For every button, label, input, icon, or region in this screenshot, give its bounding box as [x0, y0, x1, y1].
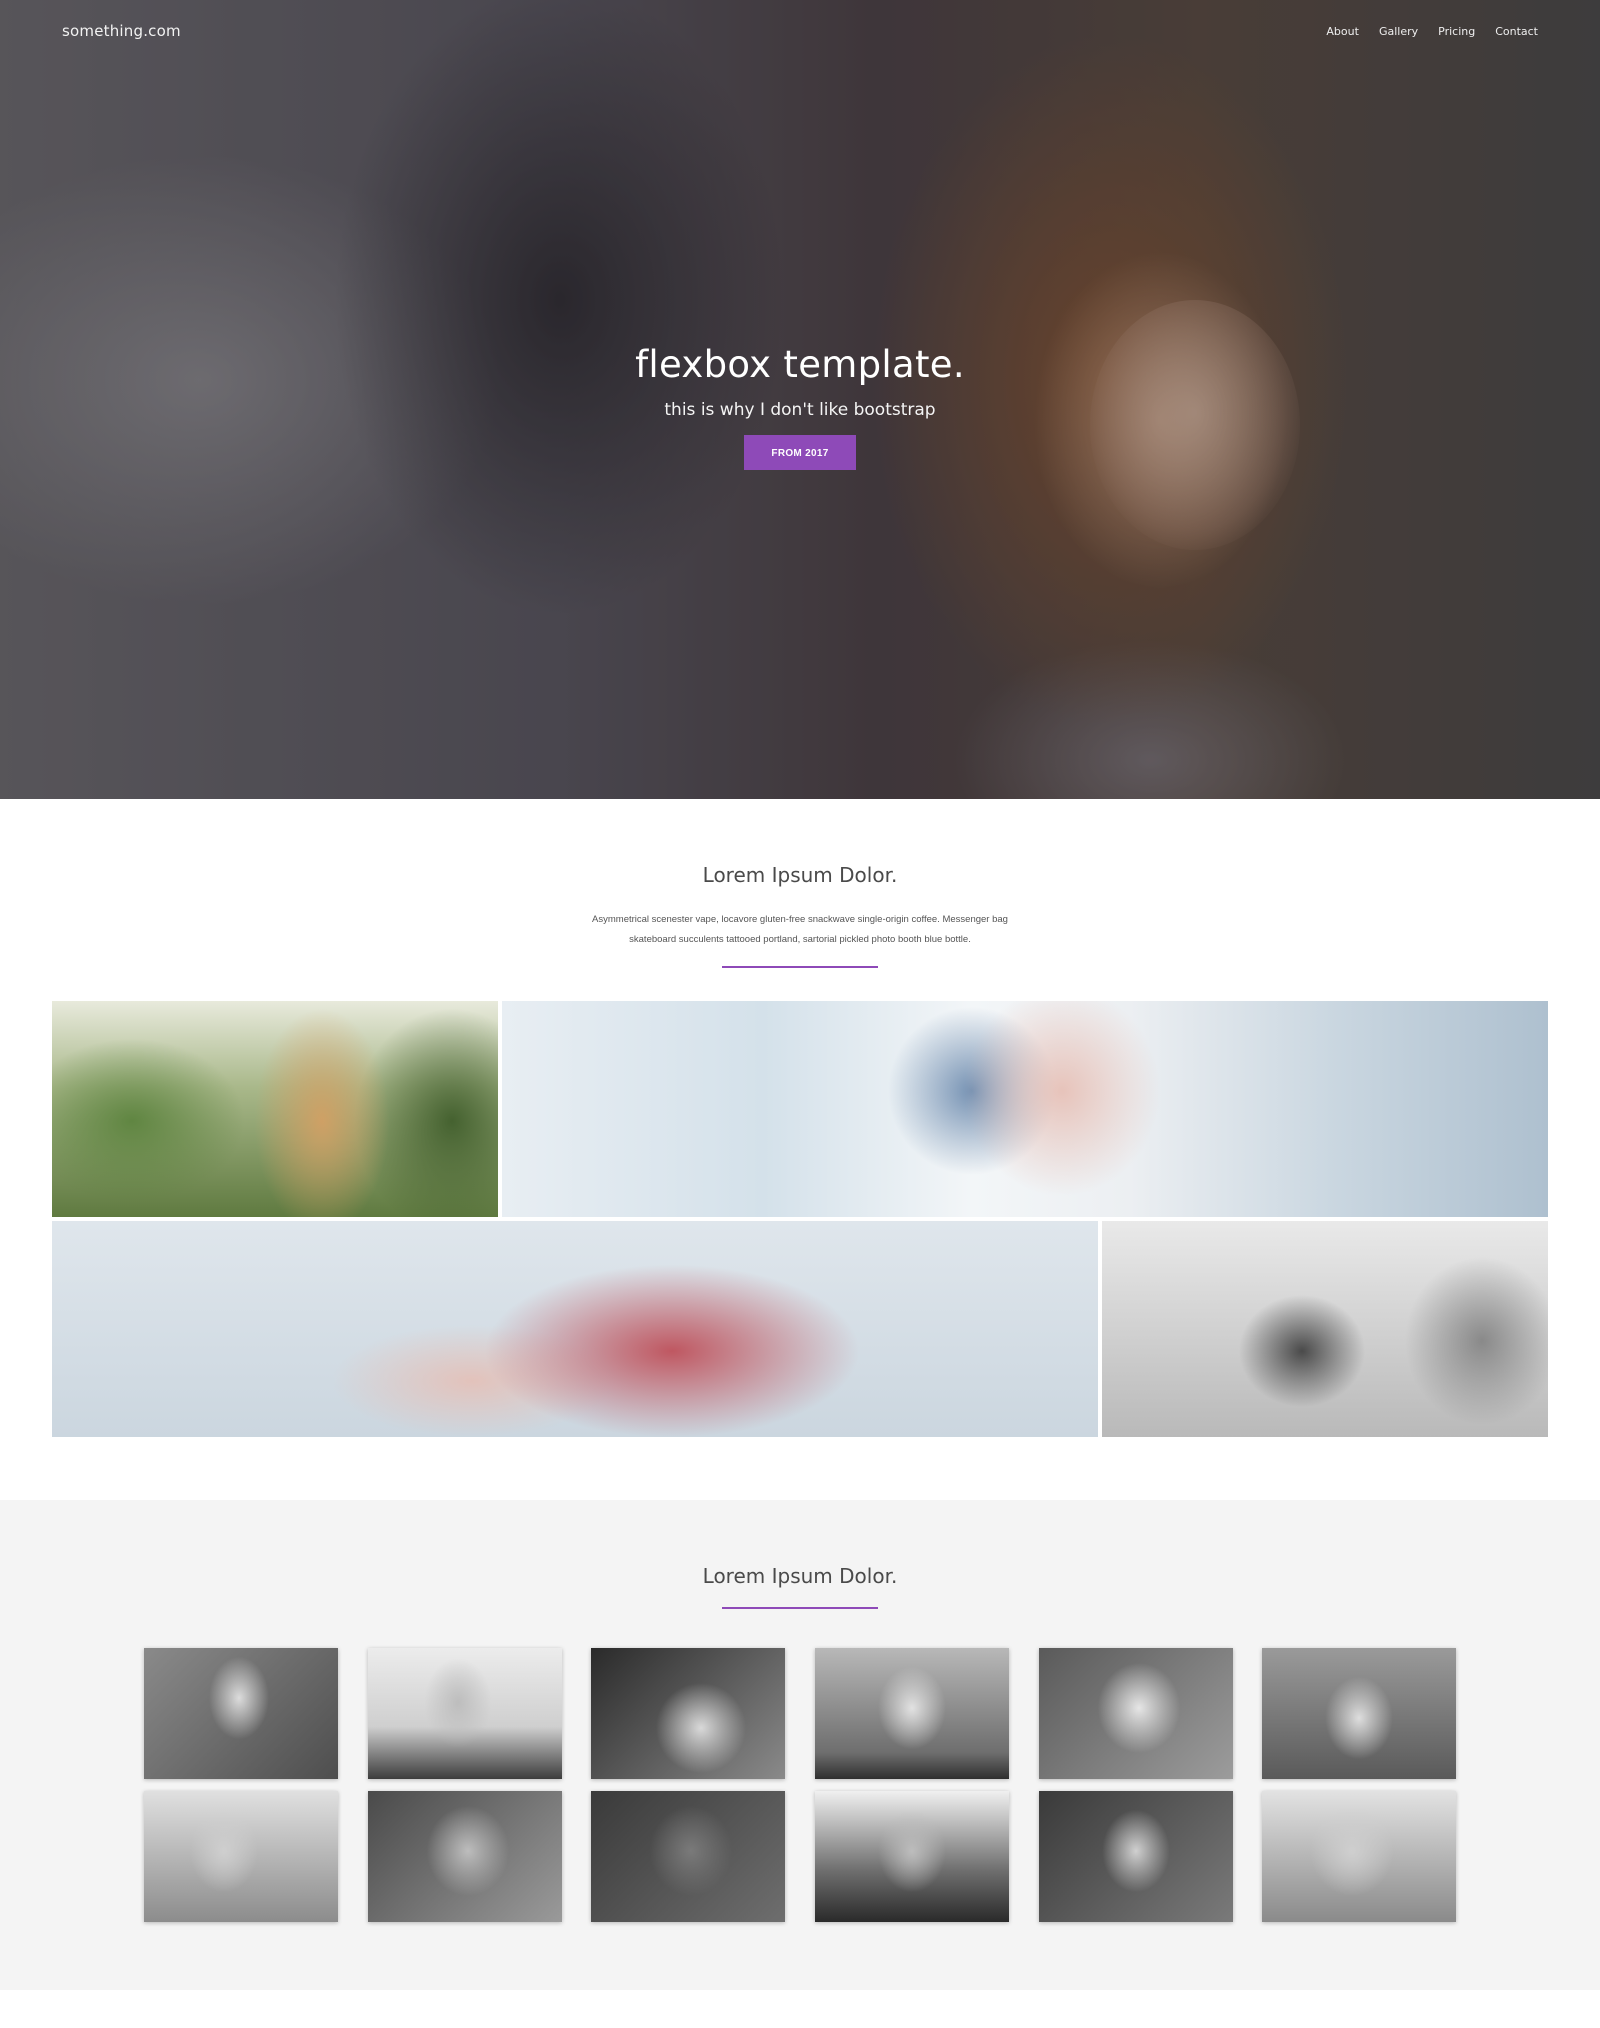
portrait-thumbnail[interactable]	[815, 1791, 1009, 1922]
intro-text-line: Asymmetrical scenester vape, locavore gl…	[592, 914, 1008, 925]
gallery-photo-red-hair[interactable]	[52, 1221, 1098, 1437]
hero-cta-button[interactable]: FROM 2017	[744, 435, 856, 470]
main-nav: About Gallery Pricing Contact	[1326, 25, 1538, 38]
nav-link-pricing[interactable]: Pricing	[1438, 25, 1475, 38]
intro-text-line: skateboard succulents tattooed portland,…	[629, 934, 971, 945]
nav-link-about[interactable]: About	[1326, 25, 1359, 38]
portrait-thumbnail[interactable]	[591, 1648, 785, 1779]
portrait-thumbnail[interactable]	[1262, 1648, 1456, 1779]
brand-logo[interactable]: something.com	[62, 22, 181, 40]
portrait-thumbnail[interactable]	[591, 1791, 785, 1922]
nav-link-gallery[interactable]: Gallery	[1379, 25, 1418, 38]
hero-title: flexbox template.	[635, 343, 965, 386]
intro-text: Asymmetrical scenester vape, locavore gl…	[0, 910, 1600, 950]
hero-subtitle: this is why I don't like bootstrap	[664, 400, 936, 420]
intro-divider	[722, 966, 878, 968]
gallery-photo-blue-bob[interactable]	[502, 1001, 1548, 1217]
hero-content: flexbox template. this is why I don't li…	[0, 343, 1600, 470]
gallery-photo-wavy-hair[interactable]	[52, 1001, 498, 1217]
portrait-thumbnail[interactable]	[144, 1648, 338, 1779]
portrait-thumbnail[interactable]	[1262, 1791, 1456, 1922]
portrait-thumbnail[interactable]	[368, 1648, 562, 1779]
gallery-photo-salon-styling[interactable]	[1102, 1221, 1548, 1437]
portrait-thumbnail[interactable]	[368, 1791, 562, 1922]
portrait-thumbnail[interactable]	[144, 1791, 338, 1922]
portrait-thumbnail[interactable]	[1039, 1791, 1233, 1922]
team-section-title: Lorem Ipsum Dolor.	[702, 1564, 898, 1588]
portrait-thumbnail[interactable]	[815, 1648, 1009, 1779]
portrait-thumbnail[interactable]	[1039, 1648, 1233, 1779]
nav-link-contact[interactable]: Contact	[1495, 25, 1538, 38]
team-divider	[722, 1607, 878, 1609]
intro-section-title: Lorem Ipsum Dolor.	[702, 863, 898, 887]
footer-spacer	[0, 1990, 1600, 2028]
